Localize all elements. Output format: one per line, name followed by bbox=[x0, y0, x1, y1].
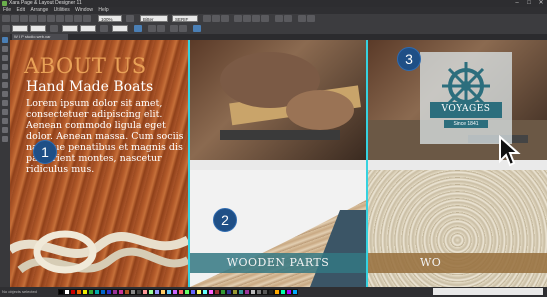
about-title[interactable]: ABOUT US bbox=[24, 54, 147, 78]
menu-file[interactable]: File bbox=[3, 7, 11, 14]
column-guide-2[interactable] bbox=[366, 40, 368, 287]
step-badge-1: 1 bbox=[33, 140, 57, 164]
underline-icon[interactable] bbox=[221, 15, 229, 22]
menu-window[interactable]: Window bbox=[75, 7, 93, 14]
fill-tool-icon[interactable] bbox=[2, 100, 8, 106]
menu-arrange[interactable]: Arrange bbox=[30, 7, 48, 14]
toolbar: 100% Bitter SERIF bbox=[0, 14, 547, 35]
align-center-icon[interactable] bbox=[243, 15, 251, 22]
close-button[interactable]: ✕ bbox=[535, 0, 547, 7]
lock-icon[interactable] bbox=[50, 25, 58, 32]
pointer-icon[interactable] bbox=[193, 25, 201, 32]
step-badge-3: 3 bbox=[397, 47, 421, 71]
rope-knot-image bbox=[10, 230, 188, 274]
width-field[interactable] bbox=[62, 25, 78, 32]
maximize-button[interactable]: □ bbox=[523, 0, 535, 7]
freehand-tool-icon[interactable] bbox=[2, 55, 8, 61]
indent-icon[interactable] bbox=[298, 15, 306, 22]
rotate-icon[interactable] bbox=[100, 25, 108, 32]
mouse-cursor-icon bbox=[499, 135, 521, 167]
undo-icon[interactable] bbox=[29, 15, 37, 22]
zoom-icon[interactable] bbox=[126, 15, 134, 22]
minimize-button[interactable]: – bbox=[511, 0, 523, 7]
link-icon[interactable] bbox=[134, 25, 142, 32]
print-icon[interactable] bbox=[83, 15, 91, 22]
italic-icon[interactable] bbox=[212, 15, 220, 22]
outdent-icon[interactable] bbox=[307, 15, 315, 22]
menu-edit[interactable]: Edit bbox=[16, 7, 25, 14]
cut-icon[interactable] bbox=[47, 15, 55, 22]
toolbar-row-1: 100% Bitter SERIF bbox=[0, 15, 547, 25]
selector-tool-icon[interactable] bbox=[2, 37, 8, 43]
push-tool-icon[interactable] bbox=[2, 136, 8, 142]
x-field[interactable] bbox=[12, 25, 28, 32]
font-name-field[interactable]: Bitter bbox=[140, 15, 168, 22]
text-tool-icon[interactable] bbox=[2, 25, 10, 32]
status-bar: No objects selected bbox=[0, 287, 547, 297]
column-guide-1[interactable] bbox=[188, 40, 190, 287]
delete-icon[interactable] bbox=[74, 15, 82, 22]
redo-icon[interactable] bbox=[38, 15, 46, 22]
copy-icon[interactable] bbox=[56, 15, 64, 22]
save-icon[interactable] bbox=[20, 15, 28, 22]
align-left-icon[interactable] bbox=[234, 15, 242, 22]
zoom-tool-icon[interactable] bbox=[2, 127, 8, 133]
text-tool-icon[interactable] bbox=[2, 64, 8, 70]
title-bar: Xara Page & Layout Designer 11 – □ ✕ bbox=[0, 0, 547, 7]
rectangle-tool-icon[interactable] bbox=[2, 82, 8, 88]
numbering-icon[interactable] bbox=[284, 15, 292, 22]
logo-since: Since 1841 bbox=[453, 121, 479, 127]
shape-tool-icon[interactable] bbox=[2, 73, 8, 79]
justify-icon[interactable] bbox=[261, 15, 269, 22]
bullets-icon[interactable] bbox=[275, 15, 283, 22]
y-field[interactable] bbox=[30, 25, 46, 32]
hand-plane-image[interactable] bbox=[190, 40, 366, 160]
plane-photo bbox=[220, 52, 361, 140]
arrange-back-icon[interactable] bbox=[179, 25, 187, 32]
paste-icon[interactable] bbox=[65, 15, 73, 22]
height-field[interactable] bbox=[80, 25, 96, 32]
shadow-tool-icon[interactable] bbox=[2, 118, 8, 124]
transparency-tool-icon[interactable] bbox=[2, 109, 8, 115]
separator-strip bbox=[190, 160, 547, 170]
right-caption[interactable]: WO bbox=[368, 253, 547, 273]
logo-name: VOYAGES bbox=[441, 104, 491, 114]
status-text: No objects selected bbox=[2, 289, 37, 294]
document-canvas[interactable]: ABOUT US Hand Made Boats Lorem ipsum dol… bbox=[10, 40, 547, 287]
window-title: Xara Page & Layout Designer 11 bbox=[9, 0, 82, 6]
ellipse-tool-icon[interactable] bbox=[2, 91, 8, 97]
angle-field[interactable] bbox=[112, 25, 128, 32]
menu-help[interactable]: Help bbox=[98, 7, 108, 14]
about-body-text[interactable]: Lorem ipsum dolor sit amet, consectetuer… bbox=[26, 98, 190, 175]
open-icon[interactable] bbox=[11, 15, 19, 22]
node-tool-icon[interactable] bbox=[2, 46, 8, 52]
color-swatch[interactable] bbox=[292, 289, 298, 295]
wooden-parts-caption[interactable]: WOODEN PARTS bbox=[190, 253, 366, 273]
about-subtitle[interactable]: Hand Made Boats bbox=[26, 79, 153, 95]
flip-horizontal-icon[interactable] bbox=[148, 25, 156, 32]
app-logo-icon bbox=[2, 1, 7, 6]
new-icon[interactable] bbox=[2, 15, 10, 22]
ship-wheel-icon bbox=[430, 62, 502, 128]
menu-utilities[interactable]: Utilities bbox=[54, 7, 70, 14]
status-info-box bbox=[433, 288, 543, 295]
bold-icon[interactable] bbox=[203, 15, 211, 22]
arrange-front-icon[interactable] bbox=[170, 25, 178, 32]
align-right-icon[interactable] bbox=[252, 15, 260, 22]
menu-bar: File Edit Arrange Utilities Window Help bbox=[0, 7, 547, 14]
flip-vertical-icon[interactable] bbox=[157, 25, 165, 32]
step-badge-2: 2 bbox=[213, 208, 237, 232]
zoom-field[interactable]: 100% bbox=[98, 15, 122, 22]
voyages-logo[interactable]: VOYAGES Since 1841 bbox=[420, 52, 512, 144]
font-style-field[interactable]: SERIF bbox=[172, 15, 198, 22]
